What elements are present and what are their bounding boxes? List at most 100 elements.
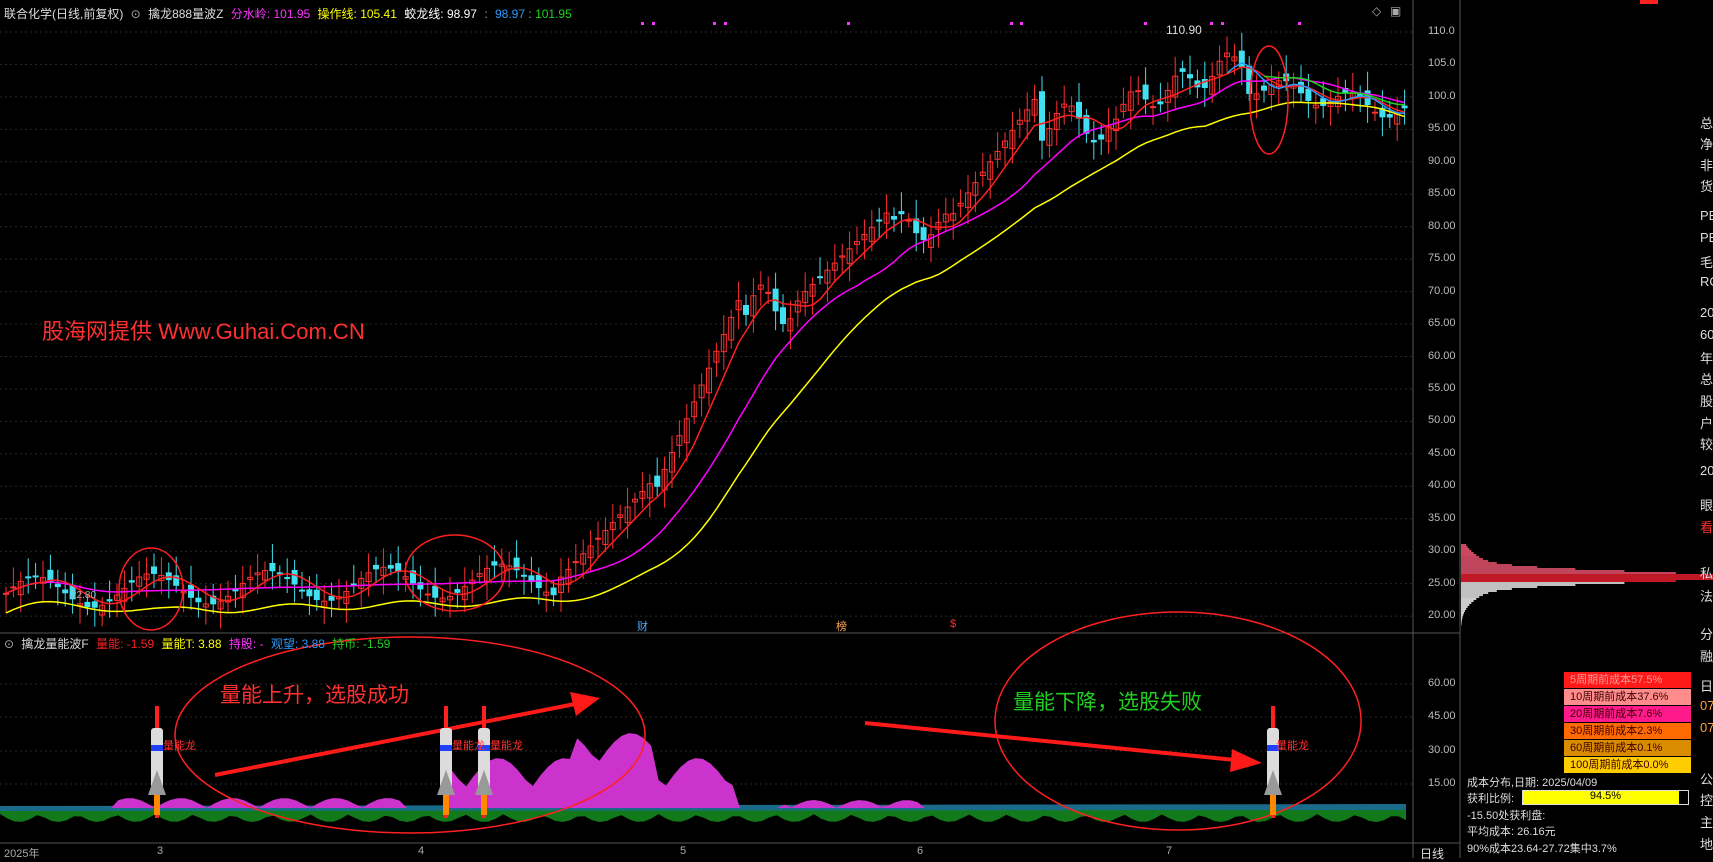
candle-body	[572, 561, 579, 564]
price-tick: 105.0	[1428, 57, 1456, 70]
collapse-icon[interactable]: ⊙	[131, 7, 141, 21]
candle-body	[1261, 85, 1267, 91]
candle-body	[654, 475, 661, 487]
price-tick: 95.00	[1428, 122, 1456, 135]
right-info-char: 主	[1700, 815, 1713, 830]
cost-row: 20周期前成本7.6%	[1564, 706, 1691, 722]
signal-dots	[641, 22, 1301, 25]
lnt-label: 量能T:	[161, 637, 195, 651]
right-info-char: PE	[1700, 230, 1713, 245]
right-info-char: 地	[1700, 837, 1713, 852]
candle-body	[1187, 74, 1193, 79]
price-tick: 40.00	[1428, 479, 1456, 492]
sub-tick: 30.00	[1428, 744, 1456, 756]
candle-body	[373, 564, 379, 570]
right-info-char: 看	[1700, 520, 1713, 535]
candle-body	[151, 566, 157, 574]
candle-body	[1098, 134, 1105, 140]
price-tick: 30.00	[1428, 544, 1456, 557]
dragon-label-3: 量能龙	[490, 740, 523, 752]
right-info-char: 毛	[1700, 255, 1713, 270]
candle-body	[1039, 91, 1045, 141]
peak-price-label: 110.90	[1166, 23, 1202, 37]
right-info-char: 总	[1700, 372, 1713, 387]
profit-bar: 94.5%	[1522, 790, 1689, 805]
right-info-char: 分	[1700, 627, 1713, 642]
price-tick: 80.00	[1428, 219, 1456, 232]
price-grid	[0, 31, 1413, 785]
price-tick: 45.00	[1428, 446, 1456, 459]
right-info-char: 07	[1700, 698, 1713, 713]
event-cai[interactable]: 财	[637, 618, 648, 634]
candle-body	[891, 216, 897, 220]
top-red-marker	[1640, 0, 1658, 4]
gw-label: 观望:	[270, 637, 299, 651]
jlx-value1: 98.97	[446, 7, 477, 21]
sub-tick: 60.00	[1428, 677, 1456, 689]
right-info-char: 股	[1700, 394, 1713, 409]
price-tick: 60.00	[1428, 349, 1456, 362]
price-tick: 55.00	[1428, 381, 1456, 394]
price-tick: 90.00	[1428, 154, 1456, 167]
period-label[interactable]: 日线	[1420, 845, 1444, 862]
indicator-name[interactable]: 擒龙888量波Z	[148, 7, 223, 21]
candle-body	[195, 597, 202, 603]
diamond-icon[interactable]: ◇	[1372, 4, 1381, 18]
fsl-label: 分水岭:	[230, 7, 271, 21]
candle-body	[1298, 81, 1304, 94]
candle-body	[780, 307, 786, 324]
jlx-value3: 101.95	[535, 7, 572, 21]
profit-label: 获利比例:	[1467, 793, 1515, 805]
candle-body	[1386, 114, 1393, 118]
gw-value: 3.88	[301, 637, 325, 651]
event-bang[interactable]: 榜	[836, 618, 847, 634]
ln-value: -1.59	[126, 637, 155, 651]
price-tick: 35.00	[1428, 511, 1456, 524]
window-icon[interactable]: ▣	[1390, 4, 1401, 18]
date-label-4: 4	[418, 845, 425, 857]
candle-body	[328, 595, 335, 601]
dragon-label-2: 量能龙	[452, 740, 485, 752]
stock-title[interactable]: 联合化学(日线,前复权)	[4, 7, 123, 21]
sub-tick: 15.00	[1428, 777, 1456, 789]
cb-value: -1.59	[362, 637, 391, 651]
sub-indicator-name[interactable]: 擒龙量能波F	[21, 637, 88, 651]
candle-body	[743, 304, 749, 315]
vol-down-text: 量能下降，选股失败	[1013, 691, 1202, 714]
kline-chart[interactable]	[0, 0, 1713, 858]
price-tick: 65.00	[1428, 317, 1456, 330]
price-tick: 20.00	[1428, 609, 1456, 622]
candle-body	[62, 589, 69, 594]
candle-body	[1090, 139, 1097, 143]
candle-body	[188, 584, 194, 598]
candle-body	[1401, 105, 1408, 109]
rocket-icon	[148, 706, 166, 818]
candle-body	[1372, 111, 1378, 114]
candle-body	[10, 586, 17, 589]
candle-body	[276, 572, 283, 575]
right-info-char: PE	[1700, 208, 1713, 223]
profit-line: -15.50处获利盘:	[1467, 810, 1546, 822]
candle-body	[25, 576, 32, 579]
candle-body	[920, 227, 927, 241]
right-info-char: 07	[1700, 720, 1713, 735]
candle-body	[387, 565, 394, 569]
sub-collapse-icon[interactable]: ⊙	[4, 637, 14, 651]
avg-cost: 平均成本: 26.16元	[1467, 826, 1556, 838]
arrow-down	[864, 721, 1262, 772]
candle-body	[306, 589, 313, 597]
low-price-label: 22.80	[71, 590, 97, 601]
jiao-long-line	[5, 101, 1405, 614]
date-label-year: 2025年	[4, 848, 40, 860]
price-tick: 70.00	[1428, 284, 1456, 297]
cost-distribution-profile	[1461, 544, 1713, 626]
czx-value: 105.41	[360, 7, 397, 21]
event-s[interactable]: $	[950, 618, 956, 630]
candle-body	[876, 219, 883, 222]
candle-body	[550, 587, 557, 596]
candle-body	[395, 563, 402, 573]
vol-down-ellipse	[994, 611, 1362, 831]
vol-up-text: 量能上升，选股成功	[220, 684, 409, 707]
right-info-char: 较	[1700, 437, 1713, 452]
candle-body	[1320, 98, 1327, 106]
